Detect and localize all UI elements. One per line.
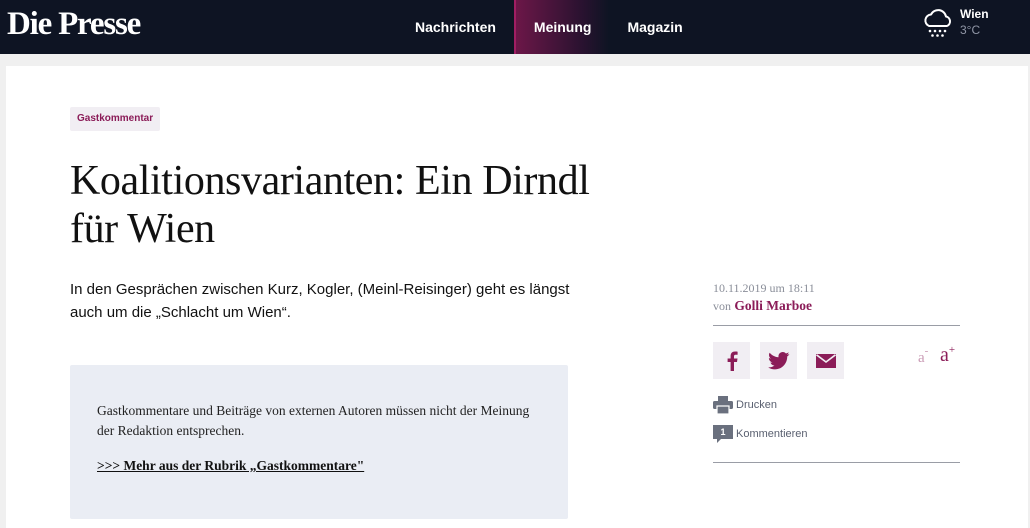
snow-cloud-icon (924, 9, 952, 37)
author-line: von Golli Marboe (713, 298, 812, 314)
nav-item-magazin[interactable]: Magazin (609, 0, 700, 54)
category-badge[interactable]: Gastkommentar (70, 107, 161, 131)
publish-date: 10.11.2019 um 18:11 (713, 281, 815, 295)
comment-button[interactable]: 1 Kommentieren (713, 425, 808, 443)
article-lead: In den Gesprächen zwischen Kurz, Kogler,… (70, 281, 570, 321)
printer-icon (713, 396, 733, 414)
share-email-button[interactable] (807, 342, 844, 379)
font-size-decrease-letter: a (918, 350, 925, 366)
comment-label: Kommentieren (736, 428, 808, 440)
comment-count: 1 (720, 427, 726, 437)
font-size-decrease-sign: - (924, 345, 929, 357)
author-name[interactable]: Golli Marboe (734, 298, 812, 313)
font-size-increase-letter: a (940, 344, 949, 366)
mail-icon (815, 353, 836, 368)
weather-temperature: 3°C (960, 23, 981, 37)
font-size-increase-sign: + (948, 344, 956, 356)
comment-icon: 1 (713, 425, 733, 443)
font-size-decrease-button[interactable]: a- (918, 345, 928, 367)
font-size-increase-button[interactable]: a+ (940, 344, 955, 367)
author-prefix: von (713, 299, 731, 313)
weather-widget[interactable]: Wien 3°C (921, 6, 989, 40)
share-twitter-button[interactable] (760, 342, 797, 379)
print-label: Drucken (736, 399, 777, 411)
weather-city: Wien (960, 7, 989, 21)
share-facebook-button[interactable] (713, 342, 750, 379)
print-button[interactable]: Drucken (713, 396, 777, 414)
disclaimer-text: Gastkommentare und Beiträge von externen… (97, 403, 530, 438)
nav-item-meinung[interactable]: Meinung (513, 0, 610, 54)
divider-bottom (713, 462, 960, 463)
article-headline: Koalitionsvarianten: Ein Dirndl für Wien (70, 158, 590, 252)
site-logo[interactable]: Die Presse (7, 4, 141, 44)
main-nav: Nachrichten Meinung Magazin (397, 0, 701, 54)
twitter-icon (767, 351, 789, 369)
divider-top (713, 325, 960, 326)
facebook-icon (727, 351, 738, 371)
top-bar: Die Presse Nachrichten Meinung Magazin W… (0, 0, 1030, 54)
rubric-link[interactable]: >>> Mehr aus der Rubrik „Gastkommentare" (97, 458, 364, 474)
nav-item-nachrichten[interactable]: Nachrichten (397, 0, 514, 54)
disclaimer-box: Gastkommentare und Beiträge von externen… (70, 365, 568, 519)
